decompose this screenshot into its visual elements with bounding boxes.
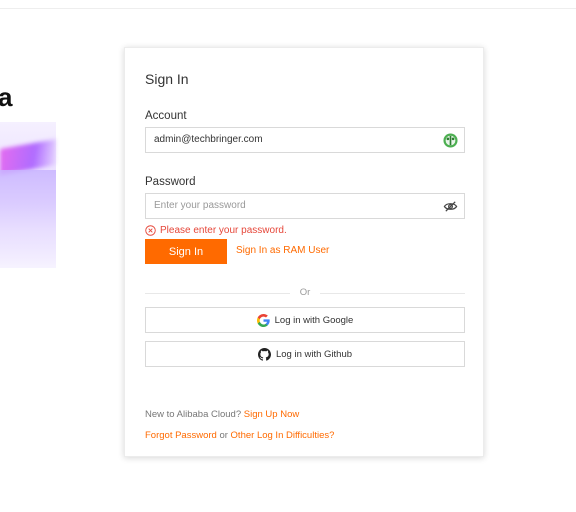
- hero-gradient-haze: [0, 170, 56, 268]
- account-value: admin@techbringer.com: [154, 134, 263, 145]
- other-difficulties-link[interactable]: Other Log In Difficulties?: [231, 430, 335, 441]
- signin-title: Sign In: [145, 71, 189, 87]
- new-user-text: New to Alibaba Cloud?: [145, 409, 242, 420]
- or-divider: Or: [145, 287, 465, 299]
- ram-user-link[interactable]: Sign In as RAM User: [236, 245, 329, 256]
- password-placeholder: Enter your password: [154, 200, 246, 211]
- hero-title-fragment: a: [0, 80, 60, 120]
- help-row: Forgot Password or Other Log In Difficul…: [145, 430, 334, 441]
- page: a Sign In Account admin@techbringer.com …: [0, 0, 576, 512]
- hero-illustration: [0, 122, 56, 268]
- hero-title-text: a: [0, 82, 13, 112]
- signin-button[interactable]: Sign In: [145, 239, 227, 264]
- github-login-label: Log in with Github: [275, 348, 353, 360]
- password-error: Please enter your password.: [145, 224, 287, 236]
- github-login-button[interactable]: Log in with Github: [145, 341, 465, 367]
- or-line-right: [320, 293, 465, 294]
- or-word: or: [219, 430, 228, 441]
- forgot-password-link[interactable]: Forgot Password: [145, 430, 217, 441]
- password-field[interactable]: Enter your password: [145, 193, 465, 219]
- google-login-label: Log in with Google: [274, 314, 354, 326]
- top-divider: [0, 8, 576, 9]
- google-login-button[interactable]: Log in with Google: [145, 307, 465, 333]
- account-label: Account: [145, 110, 187, 122]
- password-manager-icon[interactable]: [443, 133, 458, 148]
- eye-slash-icon[interactable]: [443, 199, 458, 214]
- signin-card: Sign In Account admin@techbringer.com Pa…: [124, 47, 484, 457]
- password-label: Password: [145, 176, 196, 188]
- account-field[interactable]: admin@techbringer.com: [145, 127, 465, 153]
- signup-row: New to Alibaba Cloud? Sign Up Now: [145, 409, 299, 420]
- github-icon: [257, 347, 271, 361]
- google-icon: [256, 313, 270, 327]
- error-circle-icon: [145, 224, 156, 236]
- password-error-text: Please enter your password.: [160, 224, 287, 236]
- signup-link[interactable]: Sign Up Now: [244, 409, 299, 420]
